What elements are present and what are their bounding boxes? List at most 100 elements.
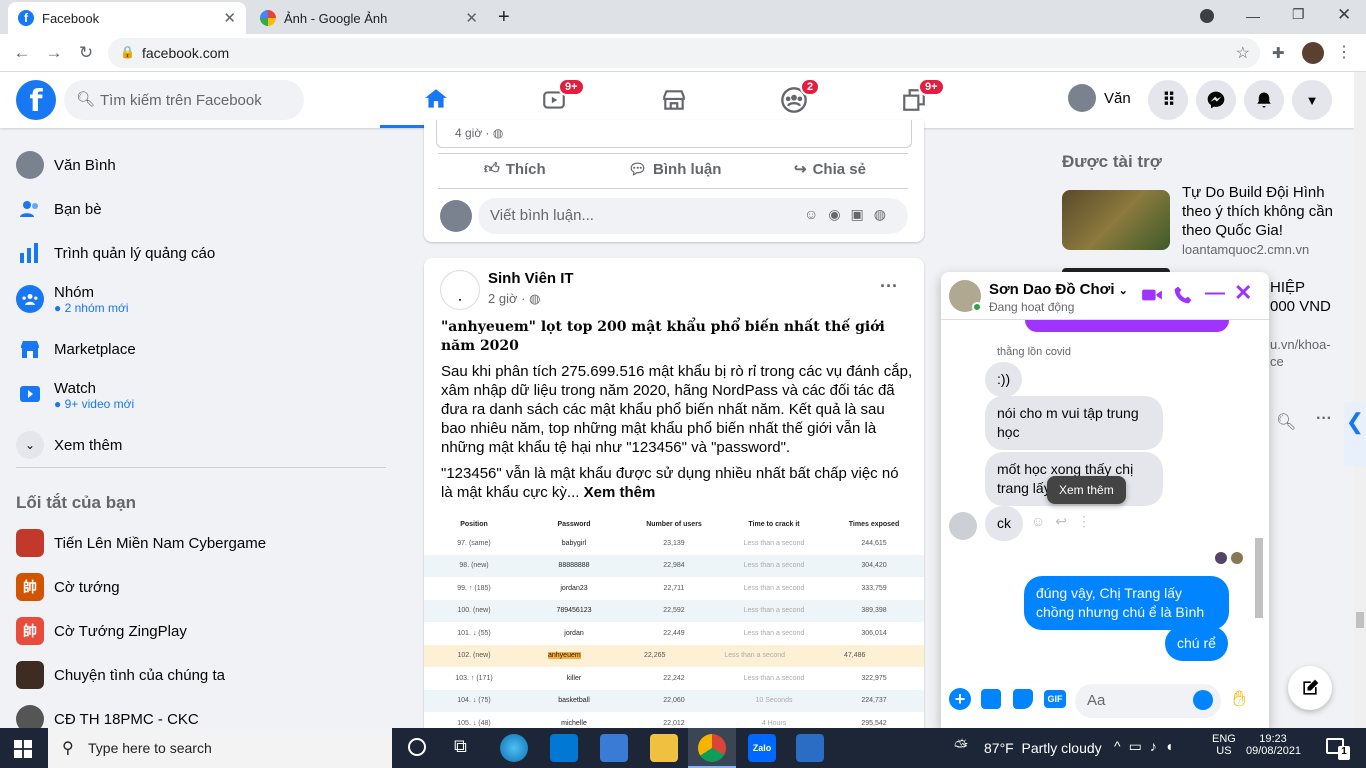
facebook-logo-icon[interactable]: f (16, 80, 56, 120)
sidebar-item-ads-manager[interactable]: Trình quản lý quảng cáo (16, 231, 376, 275)
password-table-image[interactable]: Position Password Number of users Time t… (424, 516, 924, 728)
store-icon[interactable] (600, 734, 628, 762)
chat-scrollbar[interactable] (1255, 324, 1265, 670)
minimize-chat-icon[interactable]: — (1205, 282, 1225, 305)
windows-start-icon[interactable] (14, 740, 32, 763)
edge-icon[interactable] (500, 734, 528, 762)
chrome-menu-icon[interactable]: ⋮ (1336, 42, 1352, 62)
message-bubble[interactable]: :)) (985, 362, 1023, 397)
profile-menu-icon[interactable] (1200, 9, 1214, 23)
facebook-search-input[interactable]: 🔍︎ Tìm kiếm trên Facebook (64, 80, 304, 120)
app-icon[interactable] (796, 734, 824, 762)
collapse-panel-icon[interactable]: ❮ (1344, 402, 1366, 466)
groups-badge: 2 (800, 78, 821, 96)
table-cell: 99. ↑ (185) (457, 584, 491, 592)
ad-title[interactable]: Tự Do Build Đội Hình theo ý thích không … (1182, 183, 1342, 240)
ad-title-fragment: HIỆP (1270, 279, 1306, 296)
sidebar-item-marketplace[interactable]: Marketplace (16, 327, 376, 371)
ad-domain[interactable]: loantamquoc2.cmn.vn (1182, 242, 1309, 257)
message-input[interactable]: Aa (1075, 684, 1221, 718)
chat-contact-name[interactable]: Sơn Dao Đồ Chơi ⌄ (989, 281, 1128, 298)
share-button[interactable]: ↪ Chia sẻ (794, 160, 866, 179)
message-bubble[interactable]: chú rể (1165, 626, 1228, 661)
ad-image[interactable] (1062, 190, 1170, 250)
menu-button[interactable]: ⠿ (1148, 80, 1188, 120)
chevron-down-icon: ⌄ (1118, 285, 1128, 297)
sidebar-item-friends[interactable]: Bạn bè (16, 187, 376, 231)
message-actions-icon[interactable]: ☺↩⋮ (1031, 513, 1101, 530)
minimize-icon[interactable]: — (1246, 8, 1260, 24)
url-field[interactable]: 🔒 facebook.com ☆ (108, 38, 1260, 68)
contact-search-icon[interactable]: 🔍︎ (1276, 412, 1296, 432)
lang-line: US (1216, 745, 1232, 757)
reload-icon[interactable]: ↻ (73, 40, 99, 66)
photo-icon[interactable] (981, 689, 1001, 709)
page-avatar[interactable]: ▪ (440, 270, 480, 310)
task-view-icon[interactable]: ⧉ (454, 736, 467, 757)
mail-icon[interactable] (550, 734, 578, 762)
shortcut-item[interactable]: 帥 Cờ tướng (16, 565, 376, 609)
zalo-icon[interactable]: Zalo (748, 734, 776, 762)
post-options-icon[interactable]: ··· (880, 276, 898, 297)
see-more-link[interactable]: Xem thêm (584, 484, 656, 501)
comment-button[interactable]: 💬︎ Bình luận (628, 160, 721, 179)
tray-icons[interactable]: ^▭♪◖ (1114, 738, 1181, 755)
page-scrollbar[interactable] (1354, 72, 1366, 728)
avatar (1068, 84, 1096, 112)
tab-google-photos[interactable]: Ảnh - Google Ảnh ✕ (250, 2, 488, 34)
profile-shortcut[interactable]: Văn (1068, 84, 1131, 112)
chrome-taskbar-button[interactable] (688, 728, 736, 768)
close-tab-icon[interactable]: ✕ (223, 9, 236, 27)
sidebar-item-label: Watch (54, 379, 96, 397)
emoji-icon[interactable] (1193, 690, 1213, 710)
weather-text[interactable]: 87°F Partly cloudy (984, 740, 1102, 756)
scrollbar-thumb[interactable] (1356, 612, 1364, 628)
like-label: Thích (505, 160, 546, 178)
new-message-button[interactable] (1288, 666, 1332, 710)
sidebar-item-profile[interactable]: Văn Bình (16, 143, 376, 187)
shortcut-item[interactable]: 帥 Cờ Tướng ZingPlay (16, 609, 376, 653)
scrollbar-thumb[interactable] (1255, 538, 1263, 618)
file-explorer-icon[interactable] (650, 734, 678, 762)
shortcut-item[interactable]: Chuyện tình của chúng ta (16, 653, 376, 697)
comment-placeholder: Viết bình luận... (490, 207, 594, 224)
phone-call-icon[interactable] (1173, 285, 1193, 310)
cortana-icon[interactable] (408, 738, 426, 756)
video-call-icon[interactable] (1141, 286, 1163, 309)
new-tab-icon[interactable]: + (498, 6, 510, 29)
restore-icon[interactable]: ❐ (1292, 6, 1305, 23)
notifications-button[interactable] (1244, 80, 1284, 120)
message-bubble[interactable]: đúng vậy, Chị Trang lấy chồng nhưng chú … (1024, 576, 1229, 630)
taskbar-search-input[interactable]: ⚲ Type here to search (48, 728, 392, 768)
sidebar-item-watch[interactable]: Watch ● 9+ video mới (16, 371, 376, 419)
table-cell: 22,984 (663, 562, 685, 570)
tab-facebook[interactable]: f Facebook ✕ (8, 2, 246, 34)
wave-hand-icon[interactable]: ✋︎ (1233, 686, 1246, 712)
extensions-icon[interactable]: ✚ (1272, 44, 1285, 62)
chat-header[interactable]: Sơn Dao Đồ Chơi ⌄ Đang hoạt động — ✕ (941, 272, 1269, 320)
sticker-icon[interactable] (1013, 689, 1033, 709)
forward-icon[interactable]: → (41, 40, 67, 66)
clock[interactable]: 19:23 09/08/2021 (1246, 733, 1301, 757)
post-author[interactable]: Sinh Viên IT (488, 270, 574, 287)
close-tab-icon[interactable]: ✕ (465, 9, 478, 27)
sidebar-see-more[interactable]: ⌄ Xem thêm (16, 423, 376, 467)
back-icon[interactable]: ← (9, 40, 35, 66)
chrome-avatar[interactable] (1302, 42, 1324, 64)
message-bubble[interactable]: nói cho m vui tập trung học (985, 396, 1163, 450)
sidebar-item-groups[interactable]: Nhóm ● 2 nhóm mới (16, 275, 376, 323)
contacts-options-icon[interactable]: ··· (1316, 410, 1332, 428)
add-attachment-icon[interactable]: + (949, 688, 971, 710)
language-indicator[interactable]: ENG US (1212, 733, 1236, 757)
account-button[interactable]: ▼ (1292, 80, 1332, 120)
close-chat-icon[interactable]: ✕ (1234, 280, 1252, 306)
comment-input[interactable]: Viết bình luận... ☺◉▣◍ (478, 198, 908, 234)
close-window-icon[interactable]: ✕ (1337, 5, 1351, 25)
bookmark-star-icon[interactable]: ☆ (1236, 43, 1250, 63)
table-cell: michelle (561, 719, 587, 727)
message-bubble[interactable]: ck (985, 506, 1023, 541)
messenger-button[interactable] (1196, 80, 1236, 120)
like-button[interactable]: 👍︎ Thích (484, 160, 546, 178)
shortcut-item[interactable]: Tiến Lên Miền Nam Cybergame (16, 521, 376, 565)
gif-icon[interactable]: GIF (1044, 690, 1066, 708)
